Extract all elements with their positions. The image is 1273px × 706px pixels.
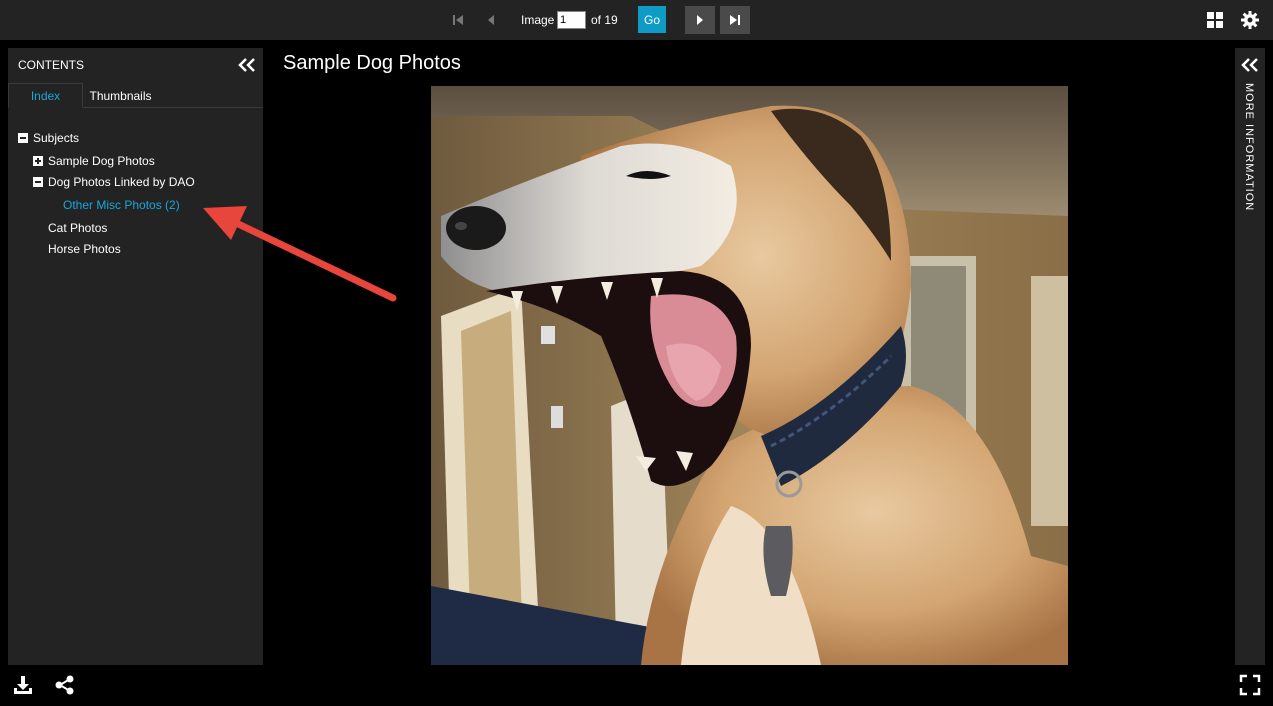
tree-item-dog-photos-linked-by-dao[interactable]: Dog Photos Linked by DAO [33,175,195,189]
first-page-button[interactable] [443,6,473,34]
grid-view-button[interactable] [1205,10,1225,30]
settings-gear-icon [1241,11,1259,29]
settings-button[interactable] [1240,10,1260,30]
tree-item-horse-photos[interactable]: Horse Photos [48,242,121,256]
download-icon [14,676,32,694]
tree-item-label: Dog Photos Linked by DAO [48,175,195,189]
next-page-button[interactable] [685,6,715,34]
share-icon [55,675,74,695]
more-information-label: MORE INFORMATION [1243,83,1255,212]
tree-item-cat-photos[interactable]: Cat Photos [48,221,107,235]
last-page-button[interactable] [720,6,750,34]
fullscreen-button[interactable] [1239,674,1261,696]
expand-information-button[interactable] [1240,56,1260,74]
tree-item-label: Subjects [33,131,80,145]
go-button[interactable]: Go [638,6,666,33]
first-page-icon [453,15,463,25]
collapse-right-icon [1241,58,1258,72]
prev-page-button[interactable] [476,6,506,34]
grid-view-icon [1207,12,1223,28]
collapse-left-icon [238,58,255,72]
image-label: Image [521,13,555,27]
tree-item-sample-dog-photos[interactable]: Sample Dog Photos [33,154,155,168]
dog-photo-image [431,86,1068,665]
prev-page-icon [488,15,494,25]
share-button[interactable] [54,674,76,696]
page-title: Sample Dog Photos [283,52,461,74]
fullscreen-icon [1239,674,1261,696]
tab-index[interactable]: Index [8,83,83,108]
expand-toggle-icon[interactable] [33,156,43,166]
collapse-toggle-icon[interactable] [33,177,43,187]
image-number-input[interactable] [557,11,586,29]
download-button[interactable] [12,674,34,696]
collapse-contents-button[interactable] [237,56,257,74]
annotation-arrow [203,206,397,302]
tree-item-subjects[interactable]: Subjects [18,131,79,145]
top-toolbar: Image of 19 Go [0,0,1273,40]
contents-tabs: Index Thumbnails [8,83,263,108]
contents-panel: CONTENTS Index Thumbnails Subjects Sampl… [8,48,263,665]
tab-thumbnails[interactable]: Thumbnails [83,83,158,108]
image-count-label: of 19 [591,13,618,27]
tree-item-other-misc-photos[interactable]: Other Misc Photos (2) [63,198,180,212]
dog-photo[interactable] [431,86,1068,665]
collapse-toggle-icon[interactable] [18,133,28,143]
next-page-icon [697,15,703,25]
more-information-panel[interactable]: MORE INFORMATION [1235,48,1265,665]
last-page-icon [730,15,740,25]
tree-item-label: Sample Dog Photos [48,154,155,168]
contents-title: CONTENTS [18,58,84,72]
